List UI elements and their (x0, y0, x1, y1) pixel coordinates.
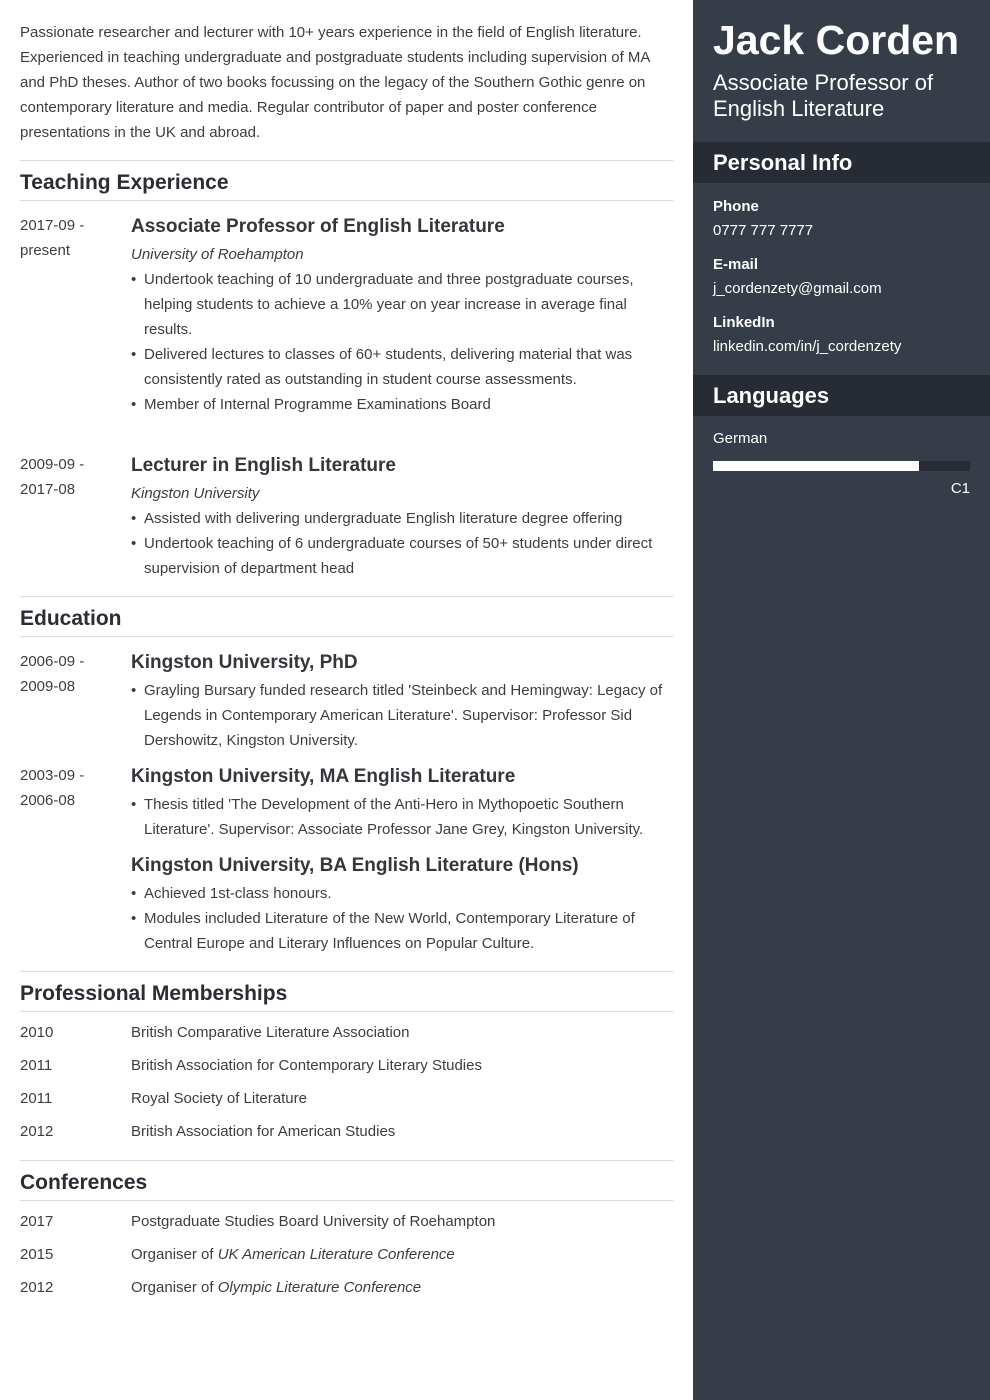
education-entry: 2003-09 - 2006-08 Kingston University, M… (20, 763, 673, 842)
date-end: present (20, 242, 71, 259)
bullet-item: Undertook teaching of 6 undergraduate co… (131, 531, 673, 581)
personal-info: Phone 0777 777 7777 E-mail j_cordenzety@… (693, 197, 990, 357)
bullet-list: Grayling Bursary funded research titled … (131, 678, 673, 753)
conference-text: Organiser of Olympic Literature Conferen… (131, 1275, 421, 1300)
entry-date: 2017-09 - present (20, 213, 131, 417)
conferences-list: 2017 Postgraduate Studies Board Universi… (20, 1209, 673, 1300)
section-memberships-header: Professional Memberships (20, 971, 673, 1012)
education-list: 2006-09 - 2009-08 Kingston University, P… (20, 649, 673, 956)
education-entry: Kingston University, BA English Literatu… (20, 852, 673, 956)
section-conferences-header: Conferences (20, 1160, 673, 1201)
bullet-item: Achieved 1st-class honours. (131, 881, 673, 906)
conference-name: Olympic Literature Conference (217, 1279, 422, 1296)
email-value[interactable]: j_cordenzety@gmail.com (713, 279, 970, 299)
language-proficiency-bar (713, 461, 970, 471)
bullet-item: Undertook teaching of 10 undergraduate a… (131, 267, 673, 342)
membership-name: British Association for American Studies (131, 1123, 396, 1140)
conference-year: 2015 (20, 1246, 54, 1263)
bullet-item: Thesis titled 'The Development of the An… (131, 792, 673, 842)
section-teaching-header: Teaching Experience (20, 160, 673, 201)
linkedin-label: LinkedIn (713, 314, 775, 331)
memberships-list: 2010 British Comparative Literature Asso… (20, 1020, 673, 1144)
bullet-list: Assisted with delivering undergraduate E… (131, 506, 673, 581)
education-entry: 2006-09 - 2009-08 Kingston University, P… (20, 649, 673, 753)
conference-year: 2012 (20, 1279, 54, 1296)
bullet-item: Assisted with delivering undergraduate E… (131, 506, 673, 531)
entry-date (20, 852, 131, 956)
conference-name: UK American Literature Conference (217, 1246, 455, 1263)
membership-row: 2010 British Comparative Literature Asso… (20, 1020, 673, 1045)
section-title: Professional Memberships (20, 982, 288, 1005)
job-title: Associate Professor of English Literatur… (131, 216, 505, 237)
employer: Kingston University (131, 485, 260, 502)
date-end: 2017-08 (20, 481, 76, 498)
linkedin-value[interactable]: linkedin.com/in/j_cordenzety (713, 337, 970, 357)
membership-year: 2011 (20, 1057, 53, 1074)
teaching-entry: 2017-09 - present Associate Professor of… (20, 213, 673, 417)
date-end: 2009-08 (20, 678, 76, 695)
phone-label: Phone (713, 198, 759, 215)
conference-row: 2017 Postgraduate Studies Board Universi… (20, 1209, 673, 1234)
conference-row: 2012 Organiser of Olympic Literature Con… (20, 1275, 673, 1300)
bullet-list: Undertook teaching of 10 undergraduate a… (131, 267, 673, 417)
membership-year: 2012 (20, 1123, 54, 1140)
languages-header: Languages (693, 375, 990, 416)
bullet-list: Thesis titled 'The Development of the An… (131, 792, 673, 842)
teaching-list: 2017-09 - present Associate Professor of… (20, 213, 673, 581)
date-start: 2003-09 - (20, 767, 85, 784)
date-end: 2006-08 (20, 792, 76, 809)
employer: University of Roehampton (131, 246, 304, 263)
degree-title: Kingston University, MA English Literatu… (131, 766, 516, 787)
bullet-item: Delivered lectures to classes of 60+ stu… (131, 342, 673, 392)
membership-row: 2011 British Association for Contemporar… (20, 1053, 673, 1078)
person-name: Jack Corden (713, 17, 960, 63)
membership-name: British Comparative Literature Associati… (131, 1024, 410, 1041)
conference-text: Postgraduate Studies Board University of… (131, 1209, 495, 1234)
conference-year: 2017 (20, 1213, 54, 1230)
date-start: 2006-09 - (20, 653, 85, 670)
section-title: Conferences (20, 1171, 148, 1194)
entry-date: 2009-09 - 2017-08 (20, 452, 131, 581)
language-proficiency-fill (713, 461, 919, 471)
membership-name: Royal Society of Literature (131, 1090, 307, 1107)
email-label: E-mail (713, 256, 759, 273)
summary: Passionate researcher and lecturer with … (20, 24, 650, 141)
section-title: Education (20, 607, 122, 630)
section-education-header: Education (20, 596, 673, 637)
job-title: Lecturer in English Literature (131, 455, 396, 476)
personal-info-header: Personal Info (693, 142, 990, 183)
main-column: Passionate researcher and lecturer with … (20, 0, 673, 1300)
section-title: Teaching Experience (20, 171, 229, 194)
membership-year: 2011 (20, 1090, 53, 1107)
teaching-entry: 2009-09 - 2017-08 Lecturer in English Li… (20, 452, 673, 581)
language-item: German C1 (693, 430, 990, 498)
bullet-item: Grayling Bursary funded research titled … (131, 678, 673, 753)
bullet-list: Achieved 1st-class honours. Modules incl… (131, 881, 673, 956)
date-start: 2009-09 - (20, 456, 85, 473)
membership-row: 2012 British Association for American St… (20, 1119, 673, 1144)
language-level: C1 (950, 480, 970, 497)
sidebar: Jack Corden Associate Professor of Engli… (693, 0, 990, 1400)
conference-text: Organiser of UK American Literature Conf… (131, 1242, 455, 1267)
entry-date: 2003-09 - 2006-08 (20, 763, 131, 842)
phone-value: 0777 777 7777 (713, 222, 814, 239)
conference-prefix: Postgraduate Studies Board University of… (131, 1213, 496, 1230)
membership-year: 2010 (20, 1024, 54, 1041)
degree-title: Kingston University, BA English Literatu… (131, 855, 579, 876)
person-role: Associate Professor of English Literatur… (713, 70, 934, 121)
membership-row: 2011 Royal Society of Literature (20, 1086, 673, 1111)
conference-row: 2015 Organiser of UK American Literature… (20, 1242, 673, 1267)
date-start: 2017-09 - (20, 217, 85, 234)
conference-prefix: Organiser of (131, 1279, 218, 1296)
membership-name: British Association for Contemporary Lit… (131, 1057, 482, 1074)
conference-prefix: Organiser of (131, 1246, 218, 1263)
entry-date: 2006-09 - 2009-08 (20, 649, 131, 753)
bullet-item: Member of Internal Programme Examination… (131, 392, 673, 417)
language-name: German (713, 430, 768, 447)
bullet-item: Modules included Literature of the New W… (131, 906, 673, 956)
degree-title: Kingston University, PhD (131, 652, 358, 673)
